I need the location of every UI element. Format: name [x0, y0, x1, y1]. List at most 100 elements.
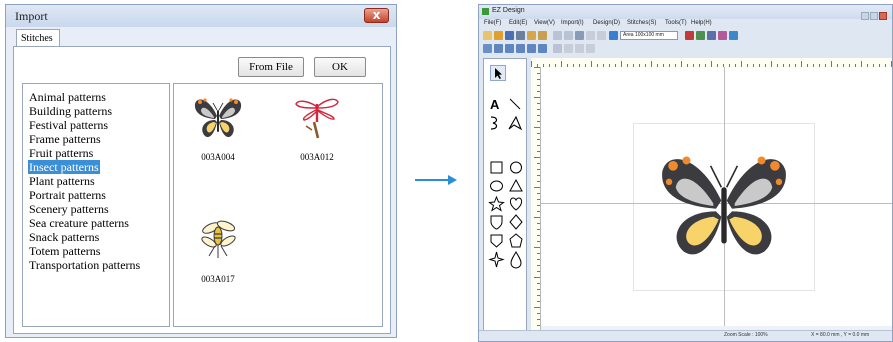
circle-tool-icon — [510, 161, 522, 174]
color-icon[interactable] — [685, 31, 694, 40]
pointer-tool[interactable] — [490, 65, 506, 81]
category-list: Animal patterns Building patterns Festiv… — [22, 83, 170, 327]
shape-tools[interactable] — [488, 159, 524, 271]
pattern-code: 003A012 — [300, 152, 334, 162]
diamond-tool-icon — [509, 214, 523, 230]
ok-button[interactable]: OK — [314, 57, 366, 77]
hoop-size-select[interactable]: Area 100x100 mm — [620, 31, 678, 40]
close-icon: x — [372, 8, 381, 22]
view-toolbar — [479, 43, 892, 56]
pattern-tile[interactable]: 003A004 — [188, 92, 248, 162]
sparkle-tool-icon — [488, 251, 505, 268]
window-buttons — [860, 7, 890, 20]
import-dialog: Import x Stitches From File OK Animal pa… — [5, 4, 397, 338]
menu-help[interactable]: Help(H) — [691, 20, 712, 26]
menu-bar: File(F) Edit(E) View(V) Import(I) Design… — [479, 19, 892, 30]
tool-palette: A — [483, 58, 527, 332]
from-file-label: From File — [249, 61, 293, 73]
tab-stitches[interactable]: Stitches — [16, 29, 60, 47]
triangle-tool-icon — [509, 178, 523, 192]
save-icon[interactable] — [505, 31, 514, 40]
wand-icon[interactable] — [718, 31, 727, 40]
category-item[interactable]: Portrait patterns — [29, 188, 106, 202]
select-all-icon[interactable] — [483, 44, 492, 53]
hoop-icon[interactable] — [609, 31, 618, 40]
menu-stitches[interactable]: Stitches(S) — [627, 20, 656, 26]
redo-icon[interactable] — [597, 31, 606, 40]
pattern-tile[interactable]: 003A012 — [287, 92, 347, 162]
stitch-icon[interactable] — [696, 31, 705, 40]
hoop-size-value: Area 100x100 mm — [623, 32, 664, 38]
cut-icon[interactable] — [553, 31, 562, 40]
copy-icon[interactable] — [564, 31, 573, 40]
mirror-icon[interactable] — [575, 44, 584, 53]
curve-tool-icon — [490, 116, 498, 130]
ellipse-tool-icon — [490, 180, 503, 192]
app-title-bar[interactable]: EZ Design — [479, 5, 892, 20]
arrow-right-icon — [415, 175, 457, 185]
category-item-selected[interactable]: Insect patterns — [28, 160, 100, 174]
pen-icon[interactable] — [553, 44, 562, 53]
category-item[interactable]: Snack patterns — [29, 230, 99, 244]
align-icon[interactable] — [586, 44, 595, 53]
butterfly-icon — [194, 98, 242, 138]
menu-edit[interactable]: Edit(E) — [509, 20, 527, 26]
text-line-tools[interactable]: A — [488, 95, 524, 135]
status-zoom: Zoom Scale : 100% — [724, 332, 768, 338]
from-file-button[interactable]: From File — [238, 57, 304, 77]
butterfly-icon[interactable] — [657, 147, 791, 257]
polyline-tool-icon — [508, 115, 523, 131]
drop-tool-icon — [510, 251, 522, 269]
zoom-100-icon[interactable] — [538, 44, 547, 53]
category-item[interactable]: Festival patterns — [29, 118, 108, 132]
dialog-body: From File OK Animal patterns Building pa… — [13, 46, 391, 334]
vertical-ruler — [531, 67, 541, 332]
category-item[interactable]: Transportation patterns — [29, 258, 140, 272]
category-item[interactable]: Frame patterns — [29, 132, 101, 146]
heart-tool-icon — [509, 197, 523, 211]
badge-tool-icon — [490, 234, 503, 248]
pattern-code: 003A017 — [201, 274, 235, 284]
app-title: EZ Design — [492, 7, 525, 14]
menu-tools[interactable]: Tools(T) — [665, 20, 687, 26]
category-item[interactable]: Plant patterns — [29, 174, 95, 188]
line-tool-icon — [509, 98, 521, 110]
rotate-icon[interactable] — [564, 44, 573, 53]
category-item[interactable]: Totem patterns — [29, 244, 100, 258]
dialog-title-bar[interactable]: Import x — [6, 5, 396, 27]
import-icon[interactable] — [527, 31, 536, 40]
pattern-tile[interactable]: 003A017 — [188, 214, 248, 284]
paste-icon[interactable] — [575, 31, 584, 40]
menu-file[interactable]: File(F) — [484, 20, 501, 26]
pattern-code: 003A004 — [201, 152, 235, 162]
zoom-fit-icon[interactable] — [516, 44, 525, 53]
category-item[interactable]: Fruit patterns — [29, 146, 93, 160]
ok-label: OK — [332, 61, 348, 73]
menu-design[interactable]: Design(D) — [593, 20, 620, 26]
star-tool-icon — [488, 195, 505, 212]
category-item[interactable]: Scenery patterns — [29, 202, 109, 216]
zoom-out-icon[interactable] — [505, 44, 514, 53]
undo-icon[interactable] — [586, 31, 595, 40]
ez-design-window: EZ Design File(F) Edit(E) View(V) Import… — [478, 4, 893, 342]
zoom-in-icon[interactable] — [494, 44, 503, 53]
zoom-area-icon[interactable] — [527, 44, 536, 53]
open-folder-icon[interactable] — [494, 31, 503, 40]
category-item[interactable]: Sea creature patterns — [29, 216, 129, 230]
menu-import[interactable]: Import(I) — [561, 20, 584, 26]
dialog-title: Import — [15, 9, 48, 23]
pattern-grid: 003A004 003A012 003A017 — [173, 83, 383, 327]
machine-icon[interactable] — [707, 31, 716, 40]
close-button[interactable]: x — [364, 8, 389, 23]
new-file-icon[interactable] — [483, 31, 492, 40]
category-item[interactable]: Animal patterns — [29, 90, 106, 104]
text-tool-icon: A — [490, 97, 500, 112]
rectangle-tool-icon — [490, 161, 503, 174]
design-canvas[interactable] — [541, 67, 892, 332]
globe-icon[interactable] — [729, 31, 738, 40]
export-icon[interactable] — [538, 31, 547, 40]
category-item[interactable]: Building patterns — [29, 104, 112, 118]
menu-view[interactable]: View(V) — [534, 20, 555, 26]
print-icon[interactable] — [516, 31, 525, 40]
app-icon — [482, 8, 489, 15]
